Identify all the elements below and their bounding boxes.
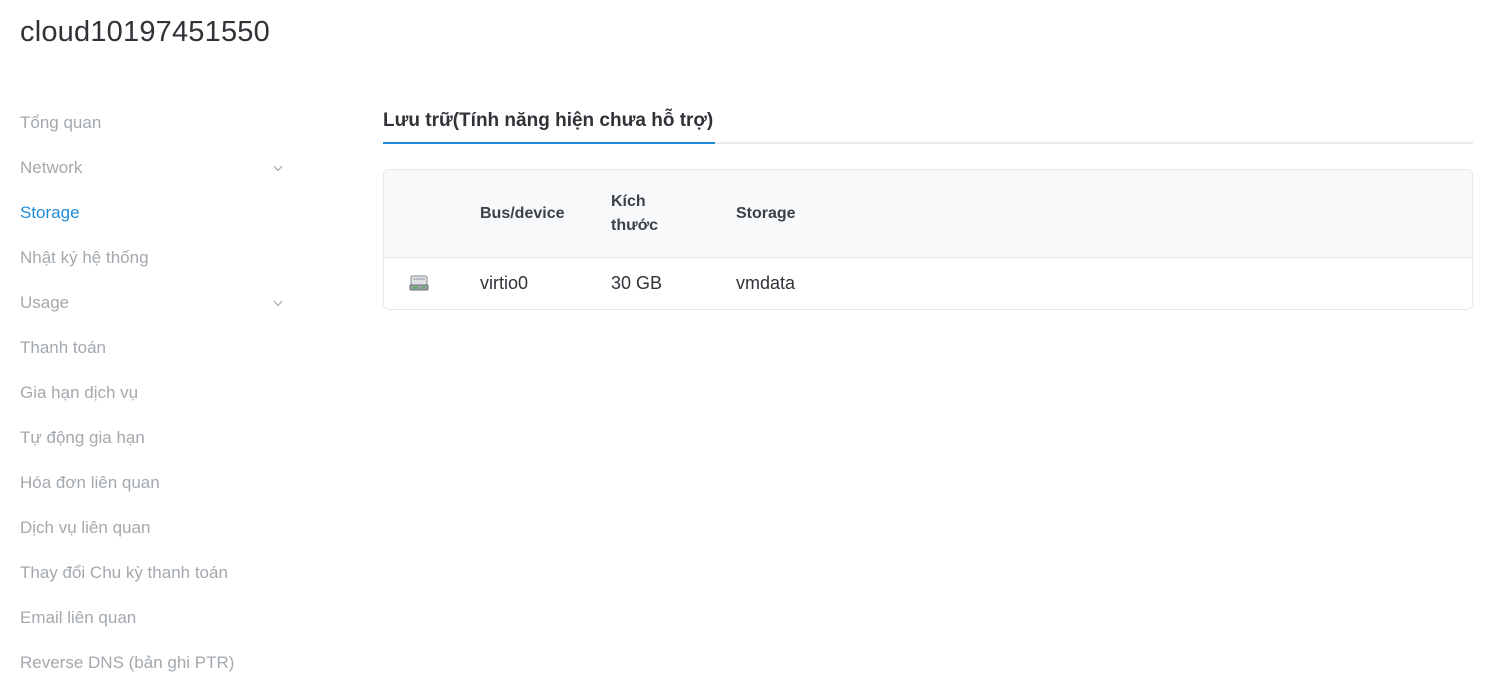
sidebar-item-label: Tự động gia hạn bbox=[20, 427, 145, 447]
sidebar-item-usage[interactable]: Usage bbox=[0, 280, 300, 325]
bus-device-value: virtio0 bbox=[480, 273, 529, 293]
sidebar-item-auto-renew[interactable]: Tự động gia hạn bbox=[0, 415, 300, 460]
sidebar-item-storage[interactable]: Storage bbox=[0, 190, 300, 235]
disk-cell bbox=[408, 258, 430, 309]
sidebar-item-overview[interactable]: Tổng quan bbox=[0, 100, 300, 145]
sidebar-item-label: Usage bbox=[20, 292, 70, 312]
tab-storage[interactable]: Lưu trữ(Tính năng hiện chưa hỗ trợ) bbox=[383, 100, 716, 144]
sidebar: Tổng quan Network Storage Nhật ký hệ thố… bbox=[0, 100, 300, 685]
sidebar-item-label: Dịch vụ liên quan bbox=[20, 517, 151, 537]
main-content: Lưu trữ(Tính năng hiện chưa hỗ trợ) Bus/… bbox=[383, 100, 1473, 310]
sidebar-item-related-emails[interactable]: Email liên quan bbox=[0, 595, 300, 640]
storage-table: Bus/device Kích thước Storage virtio0 30… bbox=[383, 169, 1473, 310]
tab-bar: Lưu trữ(Tính năng hiện chưa hỗ trợ) bbox=[383, 100, 1473, 144]
sidebar-item-billing[interactable]: Thanh toán bbox=[0, 325, 300, 370]
sidebar-item-change-billing-cycle[interactable]: Thay đổi Chu kỳ thanh toán bbox=[0, 550, 300, 595]
sidebar-item-label: Email liên quan bbox=[20, 607, 137, 627]
hard-drive-icon bbox=[409, 275, 429, 290]
sidebar-item-label: Storage bbox=[20, 202, 80, 222]
storage-value: vmdata bbox=[736, 273, 796, 293]
sidebar-item-label: Hóa đơn liên quan bbox=[20, 472, 160, 492]
page-title: cloud10197451550 bbox=[20, 16, 270, 48]
sidebar-item-label: Thanh toán bbox=[20, 337, 107, 357]
sidebar-item-label: Gia hạn dịch vụ bbox=[20, 382, 139, 402]
chevron-down-icon[interactable] bbox=[272, 297, 284, 309]
column-header-storage: Storage bbox=[736, 205, 796, 222]
sidebar-item-label: Tổng quan bbox=[20, 112, 102, 132]
table-header: Bus/device Kích thước Storage bbox=[384, 170, 1472, 258]
sidebar-item-label: Nhật ký hệ thống bbox=[20, 247, 149, 267]
column-header-bus-device: Bus/device bbox=[480, 205, 565, 222]
sidebar-item-system-log[interactable]: Nhật ký hệ thống bbox=[0, 235, 300, 280]
sidebar-item-label: Thay đổi Chu kỳ thanh toán bbox=[20, 562, 228, 582]
sidebar-item-related-invoices[interactable]: Hóa đơn liên quan bbox=[0, 460, 300, 505]
sidebar-item-label: Reverse DNS (bản ghi PTR) bbox=[20, 652, 235, 672]
sidebar-item-renew-service[interactable]: Gia hạn dịch vụ bbox=[0, 370, 300, 415]
table-row: virtio0 30 GB vmdata bbox=[384, 258, 1472, 309]
chevron-down-icon[interactable] bbox=[272, 162, 284, 174]
size-value: 30 GB bbox=[611, 273, 663, 293]
column-header-size: Kích thước bbox=[611, 193, 658, 234]
sidebar-item-label: Network bbox=[20, 157, 83, 177]
sidebar-item-reverse-dns[interactable]: Reverse DNS (bản ghi PTR) bbox=[0, 640, 300, 685]
sidebar-item-related-services[interactable]: Dịch vụ liên quan bbox=[0, 505, 300, 550]
sidebar-item-network[interactable]: Network bbox=[0, 145, 300, 190]
